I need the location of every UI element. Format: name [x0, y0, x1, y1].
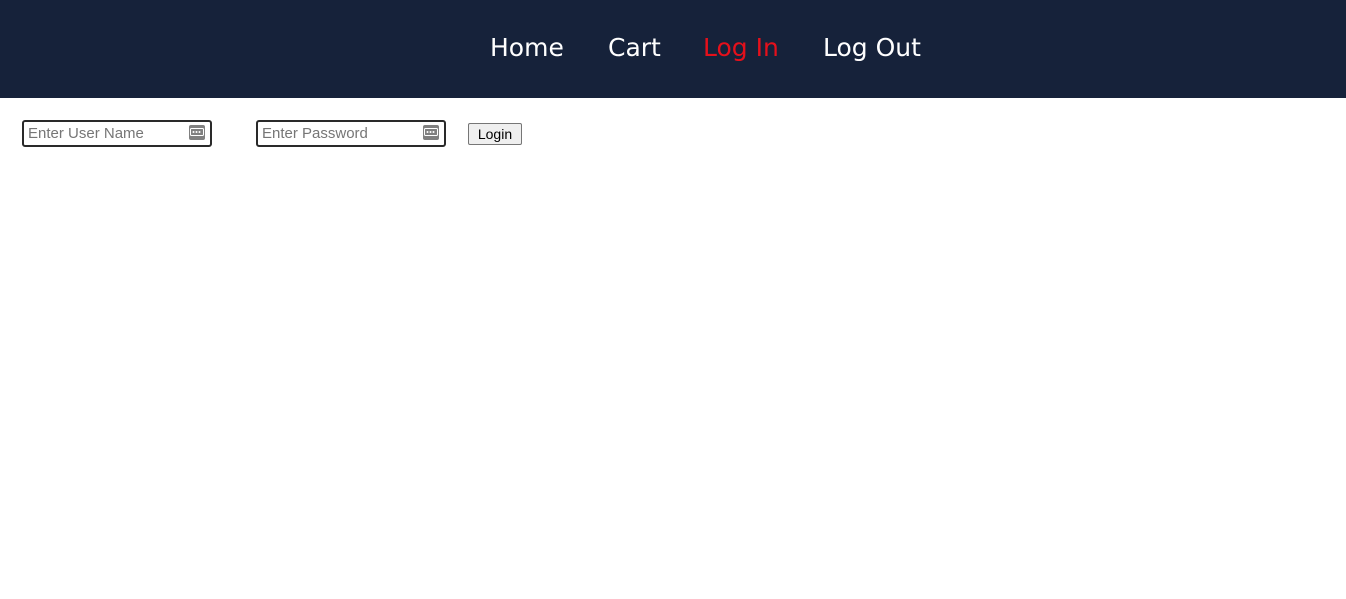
- autofill-icon[interactable]: [189, 125, 205, 140]
- nav-link-home[interactable]: Home: [490, 30, 564, 66]
- username-input[interactable]: [24, 122, 182, 145]
- login-button[interactable]: Login: [468, 123, 522, 145]
- nav-link-cart[interactable]: Cart: [608, 30, 661, 66]
- password-input[interactable]: [258, 122, 416, 145]
- autofill-icon[interactable]: [423, 125, 439, 140]
- username-field: [22, 120, 212, 147]
- nav-link-log-in[interactable]: Log In: [703, 30, 779, 66]
- password-field: [256, 120, 446, 147]
- top-navbar: Home Cart Log In Log Out: [0, 0, 1346, 98]
- nav-link-log-out[interactable]: Log Out: [823, 30, 921, 66]
